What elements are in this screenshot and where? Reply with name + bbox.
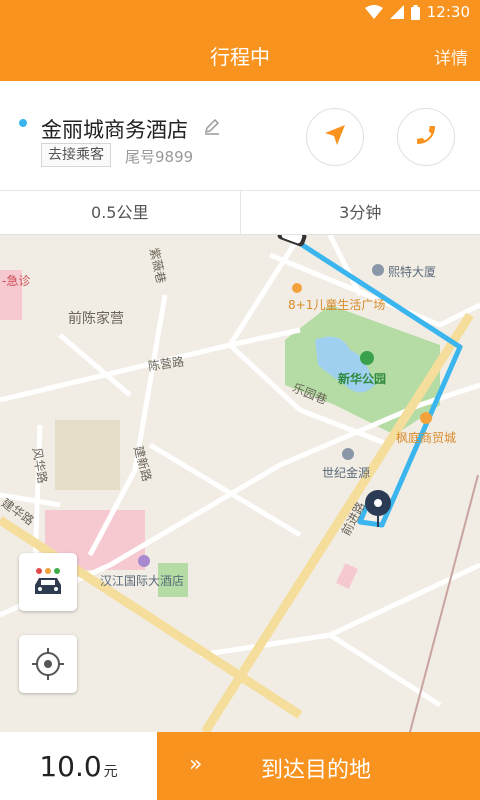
map-area-label: 前陈家营 bbox=[68, 311, 124, 327]
map-poi-label: 世纪金源 bbox=[322, 466, 371, 480]
traffic-toggle-button[interactable] bbox=[19, 553, 77, 611]
arrive-destination-label: 到达目的地 bbox=[261, 758, 372, 783]
trip-card: 金丽城商务酒店 去接乘客 尾号9899 0.5公里 3分钟 bbox=[0, 81, 480, 235]
trip-info-row: 0.5公里 3分钟 bbox=[0, 190, 480, 235]
status-bar: 12:30 bbox=[0, 0, 480, 25]
top-bar: 行程中 详情 bbox=[0, 25, 480, 81]
map-poi-label: 汉江国际大酒店 bbox=[100, 574, 185, 588]
battery-icon bbox=[410, 4, 420, 20]
wifi-icon bbox=[364, 5, 383, 19]
map-label-clinic: -急诊 bbox=[2, 274, 31, 288]
signal-icon bbox=[389, 5, 404, 19]
navigation-arrow-icon bbox=[324, 124, 346, 150]
eta-value: 3分钟 bbox=[339, 203, 382, 222]
fare-display: 10.0 元 bbox=[0, 732, 157, 800]
destination-name: 金丽城商务酒店 bbox=[41, 118, 188, 142]
call-button[interactable] bbox=[397, 108, 455, 166]
app-root: 12:30 行程中 详情 金丽城商务酒店 去接乘客 尾号9899 0.5公里 3… bbox=[0, 0, 480, 800]
map-poi-label: 新华公园 bbox=[338, 372, 387, 386]
navigate-button[interactable] bbox=[306, 108, 364, 166]
details-link[interactable]: 详情 bbox=[434, 44, 468, 69]
destination-dot-icon bbox=[19, 119, 27, 127]
bottom-bar: 10.0 元 » 到达目的地 bbox=[0, 732, 480, 800]
map-block-tan bbox=[55, 420, 120, 490]
page-title: 行程中 bbox=[210, 45, 270, 69]
phone-icon bbox=[414, 123, 438, 151]
fare-unit: 元 bbox=[103, 764, 118, 780]
map-poi-label: 熙特大厦 bbox=[388, 265, 437, 279]
double-chevron-icon: » bbox=[189, 752, 203, 777]
arrive-destination-button[interactable]: » 到达目的地 bbox=[157, 732, 480, 800]
status-tag: 去接乘客 bbox=[41, 143, 111, 167]
map-view[interactable]: -急诊 紫薇巷 前陈家营 陈营路 乐园巷 建新路 风华路 建华路 前进路 熙特大… bbox=[0, 235, 480, 732]
map-poi-label: 8+1儿童生活广场 bbox=[288, 298, 386, 312]
car-traffic-icon bbox=[31, 567, 65, 597]
distance-value: 0.5公里 bbox=[0, 191, 241, 235]
map-poi-label: 枫庭商贸城 bbox=[396, 431, 457, 445]
tail-number: 尾号9899 bbox=[125, 148, 194, 166]
crosshair-icon bbox=[31, 647, 65, 681]
fare-amount: 10.0 bbox=[39, 750, 102, 783]
edit-icon[interactable] bbox=[203, 117, 221, 139]
locate-me-button[interactable] bbox=[19, 635, 77, 693]
status-time: 12:30 bbox=[426, 3, 470, 21]
